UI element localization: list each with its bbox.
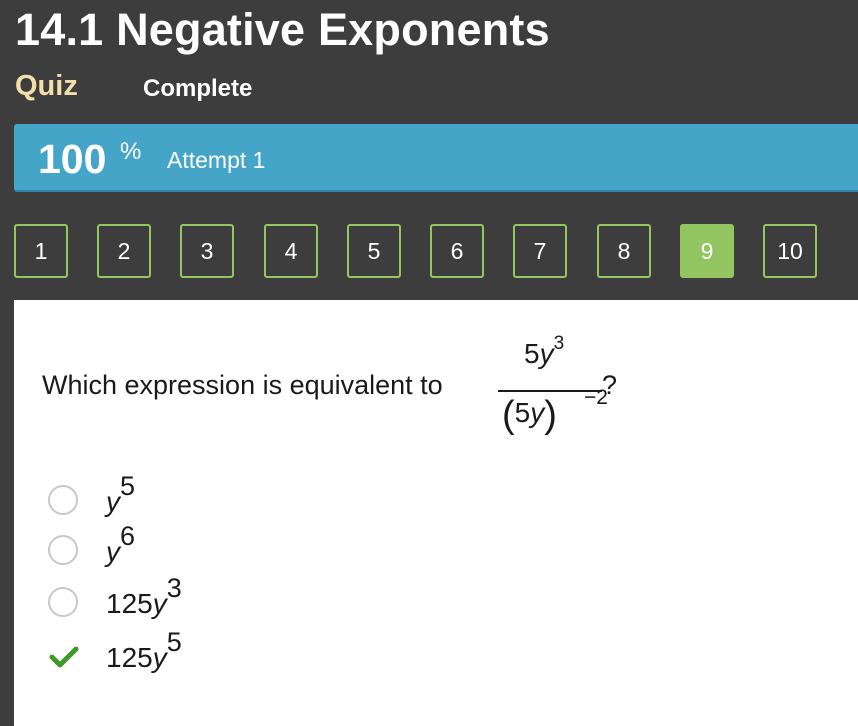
question-nav-button-1[interactable]: 1: [14, 224, 68, 278]
score-value: 100: [38, 136, 107, 182]
quiz-label: Quiz: [15, 70, 78, 102]
answer-option-2[interactable]: y6: [48, 521, 288, 572]
numerator-variable: y: [539, 338, 554, 369]
question-prompt: Which expression is equivalent to: [42, 370, 443, 400]
denominator-open-paren: (: [502, 394, 515, 436]
status-label: Complete: [143, 75, 253, 102]
radio-button[interactable]: [48, 485, 78, 515]
question-nav-button-9-current[interactable]: 9: [680, 224, 734, 278]
answer-text: 125y5: [106, 627, 182, 673]
denominator-close-paren: ): [544, 394, 557, 436]
question-panel: Which expression is equivalent to 5y3 (5…: [14, 300, 858, 726]
checkmark-icon: [49, 646, 79, 668]
radio-button[interactable]: [48, 587, 78, 617]
score-banner: 100 % Attempt 1: [14, 124, 858, 192]
fraction-denominator: (5y) −2: [502, 386, 608, 437]
denominator-coefficient: 5: [514, 397, 531, 428]
question-nav-button-6[interactable]: 6: [430, 224, 484, 278]
question-nav-button-2[interactable]: 2: [97, 224, 151, 278]
answer-option-3[interactable]: 125y3: [48, 573, 288, 624]
denominator-variable: y: [530, 397, 545, 428]
numerator-exponent: 3: [553, 333, 565, 354]
question-nav-button-10[interactable]: 10: [763, 224, 817, 278]
page-title: 14.1 Negative Exponents: [15, 4, 550, 55]
radio-button[interactable]: [48, 535, 78, 565]
answer-option-4-selected[interactable]: 125y5: [48, 627, 288, 678]
question-nav-button-5[interactable]: 5: [347, 224, 401, 278]
question-mark: ?: [602, 370, 618, 400]
question-nav-button-7[interactable]: 7: [513, 224, 567, 278]
attempt-label: Attempt 1: [167, 147, 266, 173]
answer-text: y6: [106, 521, 136, 567]
answer-text: 125y3: [106, 573, 182, 619]
score-unit: %: [120, 138, 142, 165]
fraction-numerator: 5y3: [524, 333, 564, 370]
question-nav-button-8[interactable]: 8: [597, 224, 651, 278]
answer-option-1[interactable]: y5: [48, 471, 288, 522]
question-fraction: 5y3 (5y) −2: [498, 333, 608, 444]
answer-text: y5: [106, 471, 136, 517]
numerator-coefficient: 5: [524, 338, 540, 369]
question-nav-button-3[interactable]: 3: [180, 224, 234, 278]
question-nav-button-4[interactable]: 4: [264, 224, 318, 278]
